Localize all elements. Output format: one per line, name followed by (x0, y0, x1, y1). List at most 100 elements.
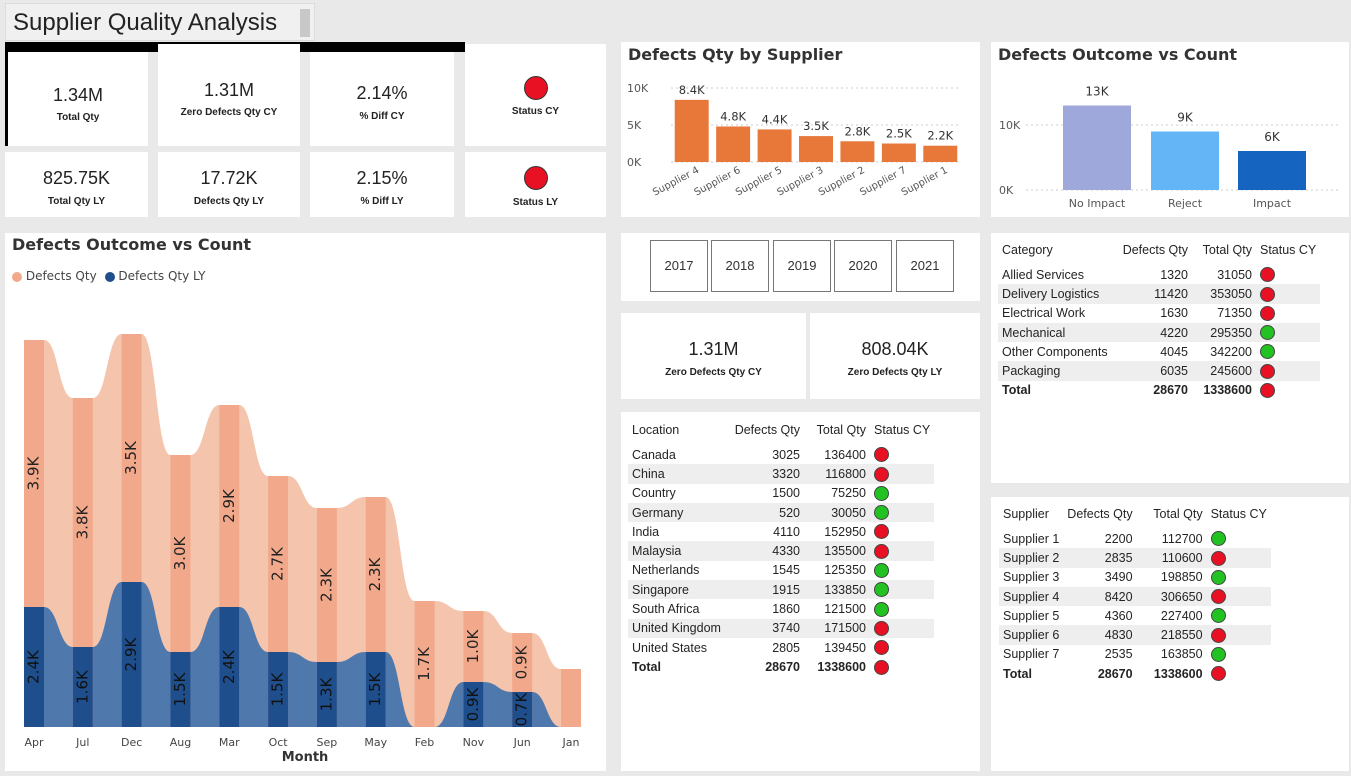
kpi-pct-diff-cy-label: % Diff CY (359, 111, 405, 122)
table-row[interactable]: United States 2805 139450 (628, 638, 934, 657)
table-cell: Total (1003, 666, 1032, 681)
table-cell: 31050 (1217, 267, 1252, 282)
table-row[interactable]: India 4110 152950 (628, 522, 934, 541)
year-button-2020[interactable]: 2020 (834, 240, 892, 292)
table-row[interactable]: Country 1500 75250 (628, 484, 934, 503)
table-row[interactable]: Electrical Work 1630 71350 (998, 304, 1320, 323)
location-table[interactable]: Location Defects Qty Total Qty Status CY Can… (628, 419, 935, 677)
supplier-x-tick: Supplier 5 (734, 165, 784, 199)
kpi-zero-defects-cy-label: Zero Defects Qty CY (180, 107, 278, 118)
outcome-bar[interactable] (1238, 151, 1306, 190)
ribbon-label-defects-qty: 2.3K (366, 556, 384, 591)
supplier-bar-chart-card[interactable]: Defects Qty by Supplier 10K 5K 0K 8.4K Suppl… (621, 42, 980, 217)
column-header[interactable]: Defects Qty (728, 419, 804, 445)
table-row[interactable]: Germany 520 30050 (628, 502, 935, 523)
ribbon-chart: 3.9K 2.4K Apr 3.8K 1.6K Jul 3.5K 2.9K Dec 3.0K 1.5… (24, 334, 581, 765)
table-row[interactable]: United Kingdom 3740 171500 (628, 618, 935, 638)
table-total-row[interactable]: Total 28670 1338600 (998, 381, 1320, 400)
status-green-indicator (874, 563, 889, 579)
table-row[interactable]: Netherlands 1545 125350 (628, 561, 934, 580)
outcome-bar[interactable] (1063, 105, 1131, 191)
table-row[interactable]: Delivery Logistics 11420 353050 (998, 284, 1321, 304)
kpi-defects-qty-ly-label: Defects Qty LY (193, 196, 265, 207)
column-header[interactable]: Total Qty (1137, 503, 1207, 529)
table-row[interactable]: Mechanical 4220 295350 (998, 322, 1321, 343)
table-row[interactable]: Supplier 1 2200 112700 (999, 529, 1271, 548)
table-row[interactable]: Packaging 6035 245600 (998, 361, 1321, 381)
column-header[interactable]: Total Qty (1192, 239, 1256, 265)
table-cell: 295350 (1192, 322, 1256, 343)
column-header[interactable]: Status CY (870, 419, 934, 445)
year-button-2019[interactable]: 2019 (773, 240, 831, 292)
table-row[interactable]: Allied Services 1320 31050 (998, 265, 1320, 284)
ribbon-label-defects-qty-ly: 1.5K (366, 671, 384, 706)
table-cell: China (628, 464, 728, 484)
table-cell: 245600 (1192, 361, 1256, 381)
category-table-card[interactable]: Category Defects Qty Total Qty Status CY All… (991, 233, 1349, 483)
table-row[interactable]: South Africa 1860 121500 (628, 599, 934, 618)
table-row[interactable]: Canada 3025 136400 (628, 445, 934, 464)
table-row[interactable]: Other Components 4045 342200 (998, 342, 1320, 361)
ribbon-label-defects-qty: 3.0K (171, 535, 189, 570)
status-green-indicator (1210, 569, 1226, 585)
ribbon-chart-card[interactable]: Defects Outcome vs Count Defects Qty Def… (5, 233, 606, 771)
column-header[interactable]: Defects Qty (1116, 239, 1192, 265)
year-button-2021[interactable]: 2021 (896, 240, 954, 292)
supplier-bar-label: 2.5K (886, 127, 912, 141)
table-row[interactable]: Supplier 5 4360 227400 (999, 606, 1271, 625)
column-header[interactable]: Defects Qty (1063, 503, 1136, 529)
table-cell: 112700 (1161, 531, 1203, 546)
column-defects-qty[interactable] (561, 669, 581, 727)
ribbon-x-tick: May (364, 736, 387, 749)
column-header[interactable]: Category (998, 239, 1116, 265)
supplier-bar[interactable] (799, 136, 833, 162)
outcome-x-tick: Impact (1253, 197, 1292, 210)
column-header[interactable]: Status CY (1207, 503, 1271, 529)
table-row[interactable]: China 3320 116800 (628, 464, 935, 484)
table-cell: 1860 (772, 602, 800, 617)
table-cell: Electrical Work (1002, 306, 1086, 321)
supplier-x-tick: Supplier 2 (817, 165, 867, 199)
column-header[interactable]: Status CY (1256, 239, 1320, 265)
outcome-bar-chart-card[interactable]: Defects Outcome vs Count 10K 0K 13K No Impa… (991, 42, 1349, 217)
table-row[interactable]: Supplier 4 8420 306650 (999, 586, 1271, 607)
ribbon-x-tick: Oct (269, 736, 289, 749)
outcome-bar[interactable] (1151, 131, 1219, 191)
supplier-bar[interactable] (840, 141, 875, 162)
table-cell: 71350 (1217, 306, 1252, 321)
ribbon-label-defects-qty: 3.9K (25, 455, 43, 490)
table-row[interactable]: Supplier 7 2535 163850 (999, 645, 1271, 664)
table-cell: 152950 (824, 524, 866, 539)
ribbon-label-defects-qty: 2.3K (317, 567, 335, 602)
location-table-card[interactable]: Location Defects Qty Total Qty Status CY Can… (621, 412, 980, 771)
column-header[interactable]: Location (628, 419, 728, 445)
supplier-bar[interactable] (757, 129, 792, 162)
ribbon-label-defects-qty-ly: 1.3K (317, 676, 335, 711)
supplier-bar[interactable] (881, 143, 916, 163)
year-button-2017[interactable]: 2017 (650, 240, 708, 292)
ribbon-label-defects-qty-ly: 2.9K (122, 636, 140, 671)
supplier-table[interactable]: Supplier Defects Qty Total Qty Status CY Sup… (999, 503, 1271, 683)
table-total-row[interactable]: Total 28670 1338600 (628, 657, 934, 676)
supplier-bar[interactable] (674, 99, 709, 162)
status-green-indicator (1260, 344, 1275, 360)
year-button-2018[interactable]: 2018 (711, 240, 769, 292)
supplier-bar[interactable] (716, 126, 751, 162)
table-cell: 163850 (1160, 647, 1203, 662)
status-cell (870, 464, 935, 484)
status-cell (1256, 304, 1320, 323)
table-row[interactable]: Singapore 1915 133850 (628, 580, 935, 600)
supplier-bar[interactable] (923, 145, 958, 162)
column-header[interactable]: Total Qty (804, 419, 870, 445)
table-row[interactable]: Supplier 6 4830 218550 (999, 625, 1271, 645)
table-total-row[interactable]: Total 28670 1338600 (999, 664, 1271, 683)
table-cell: 306650 (1136, 586, 1207, 607)
table-row[interactable]: Supplier 3 3490 198850 (999, 568, 1271, 587)
table-row[interactable]: Malaysia 4330 135500 (628, 541, 935, 561)
category-table[interactable]: Category Defects Qty Total Qty Status CY All… (998, 239, 1321, 400)
column-header[interactable]: Supplier (999, 503, 1063, 529)
table-row[interactable]: Supplier 2 2835 110600 (999, 548, 1271, 568)
supplier-table-card[interactable]: Supplier Defects Qty Total Qty Status CY Sup… (991, 497, 1349, 771)
ribbon-x-tick: Jun (513, 736, 531, 749)
status-red-indicator (874, 447, 889, 463)
